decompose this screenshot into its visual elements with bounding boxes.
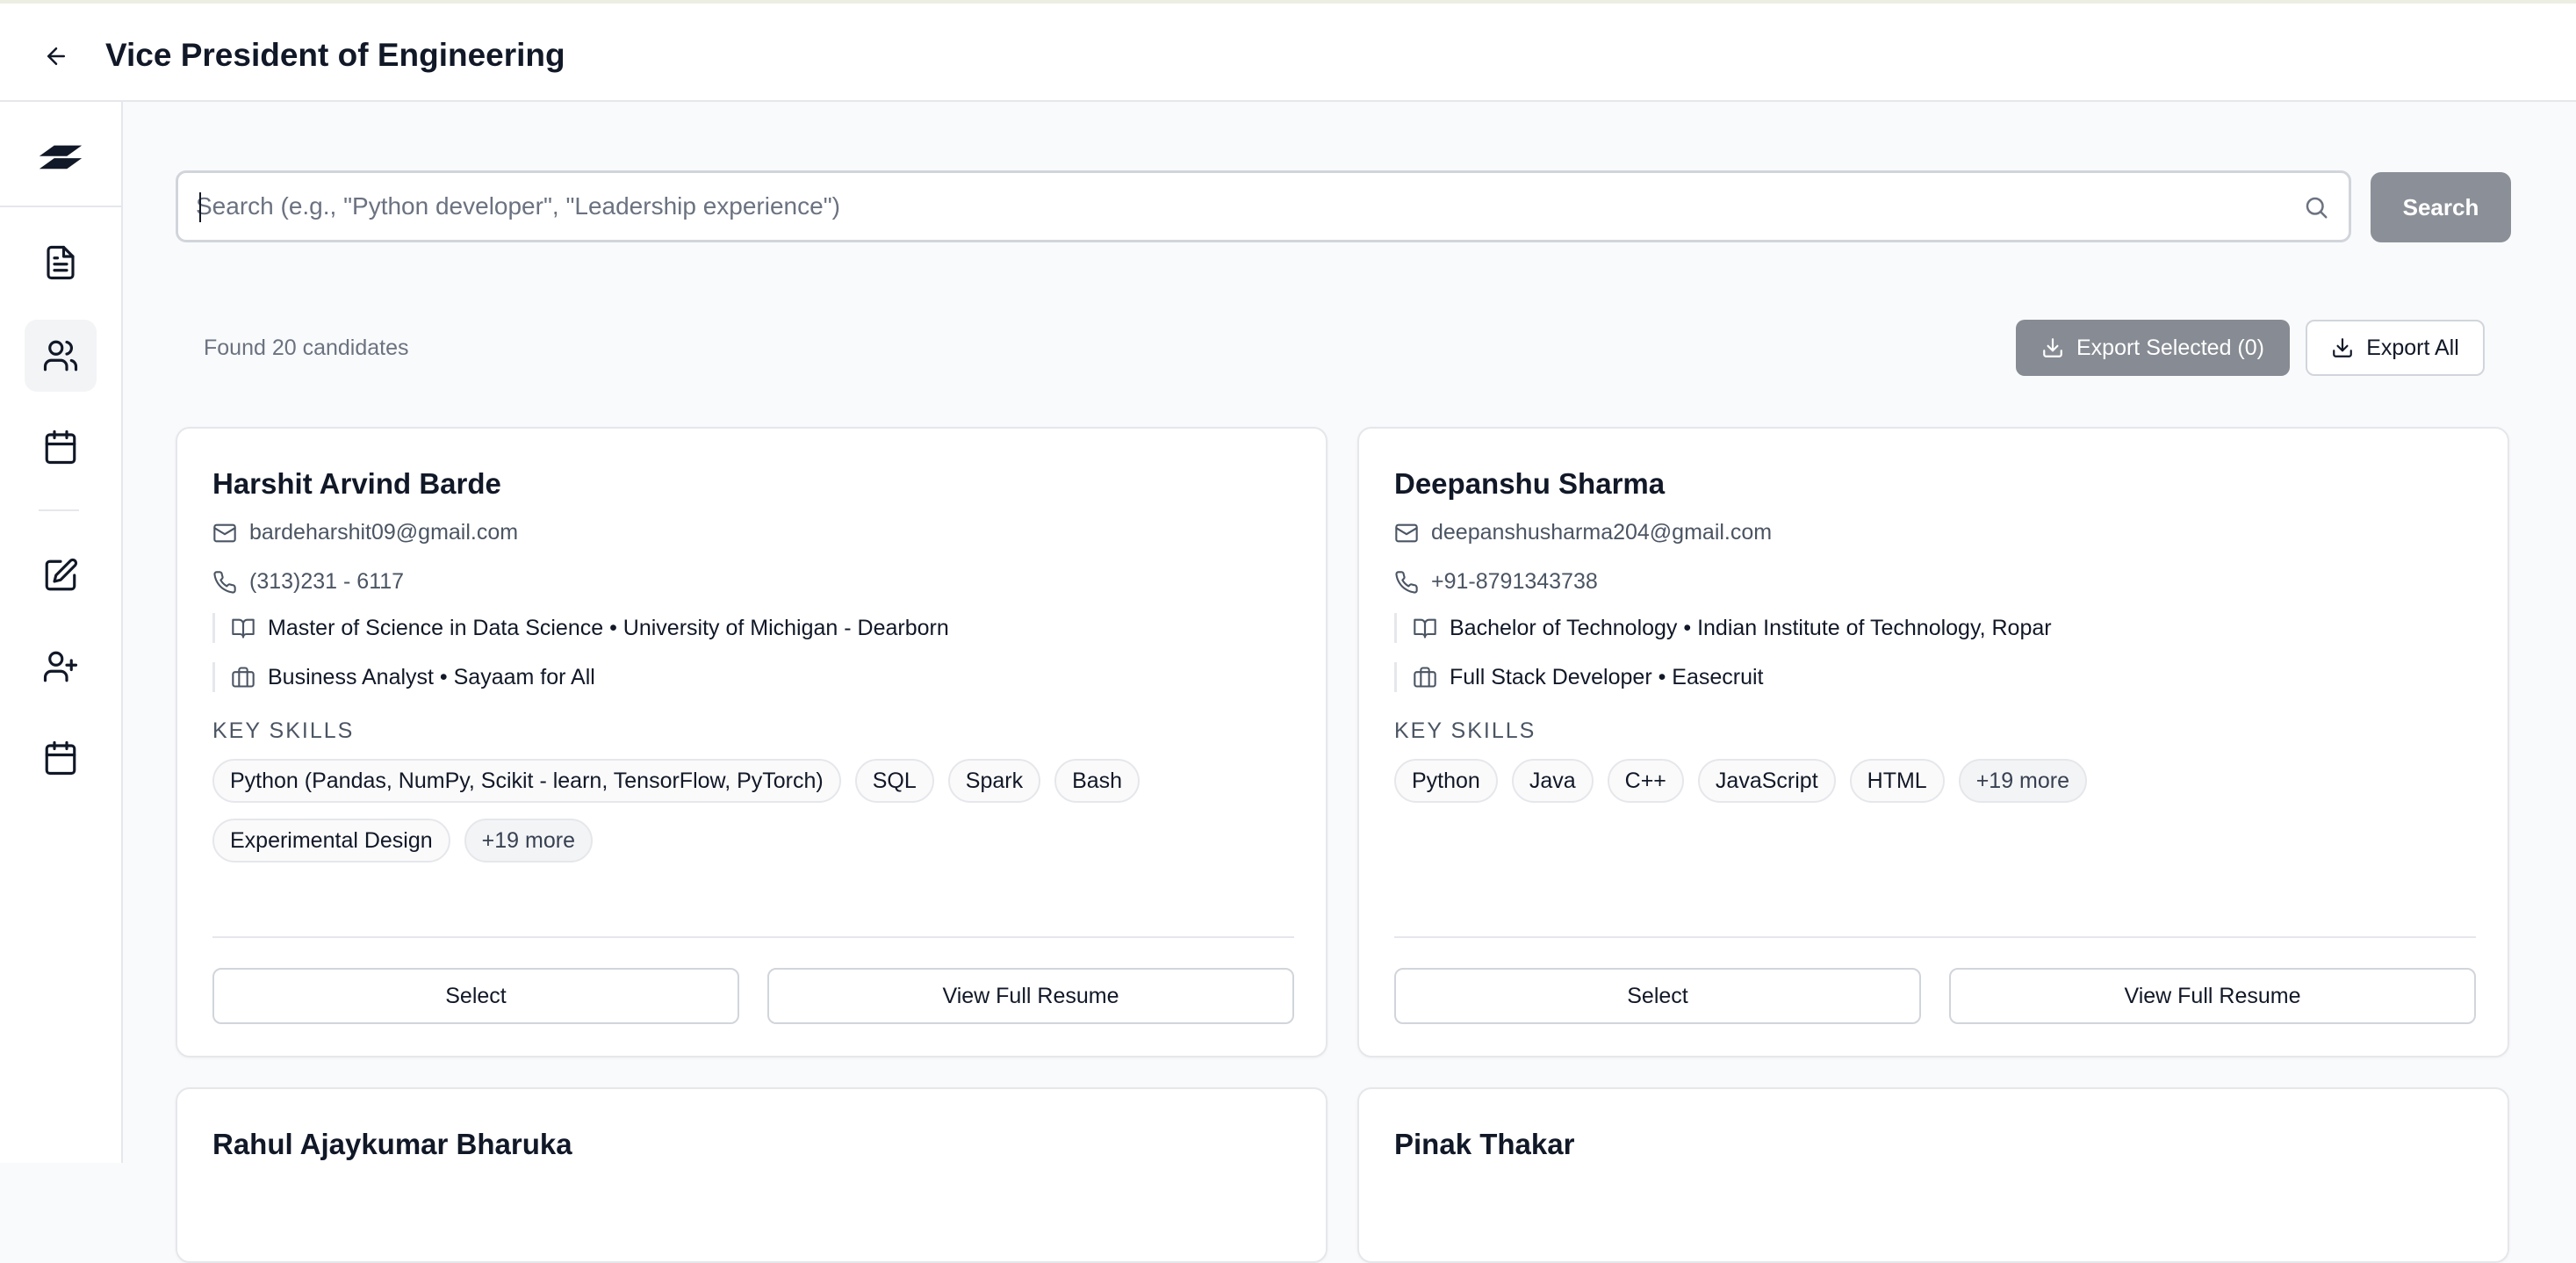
candidate-phone: (313)231 - 6117 (212, 569, 404, 595)
candidate-card: Rahul Ajaykumar Bharuka (176, 1087, 1328, 1263)
phone-icon (213, 570, 236, 594)
sidebar-item-add-user[interactable] (25, 631, 97, 703)
skill-chip: Spark (947, 759, 1041, 803)
export-all-label: Export All (2366, 335, 2459, 360)
view-resume-button[interactable]: View Full Resume (767, 968, 1294, 1024)
skills-list: Python Java C++ JavaScript HTML +19 more (1394, 759, 2474, 803)
more-skills-chip[interactable]: +19 more (1958, 759, 2088, 803)
more-skills-chip[interactable]: +19 more (464, 819, 593, 862)
email-text: bardeharshit09@gmail.com (249, 520, 519, 545)
export-all-button[interactable]: Export All (2306, 320, 2485, 376)
candidate-experience: Business Analyst • Sayaam for All (212, 662, 595, 692)
page-title: Vice President of Engineering (105, 37, 565, 73)
experience-text: Business Analyst • Sayaam for All (268, 664, 595, 689)
arrow-left-icon (47, 47, 65, 65)
candidate-education: Master of Science in Data Science • Univ… (212, 613, 949, 643)
phone-icon (1395, 570, 1418, 594)
sidebar-divider (39, 509, 79, 511)
download-icon (2043, 338, 2062, 357)
candidate-email: bardeharshit09@gmail.com (212, 520, 518, 545)
sidebar-item-edit[interactable] (25, 539, 97, 611)
skill-chip: Experimental Design (212, 819, 450, 862)
briefcase-icon (232, 667, 255, 688)
search-icon[interactable] (2303, 194, 2329, 220)
key-skills-label: KEY SKILLS (1394, 718, 1536, 743)
skill-chip: JavaScript (1697, 759, 1836, 803)
skill-chip: Java (1511, 759, 1594, 803)
search-button[interactable]: Search (2371, 172, 2511, 242)
skill-chip: Bash (1054, 759, 1140, 803)
export-selected-button[interactable]: Export Selected (0) (2016, 320, 2290, 376)
mail-icon (213, 523, 236, 542)
candidate-experience: Full Stack Developer • Easecruit (1394, 662, 1764, 692)
search-input[interactable] (196, 173, 2285, 240)
skill-chip: Python (1394, 759, 1498, 803)
candidate-name: Deepanshu Sharma (1394, 467, 1666, 500)
education-text: Master of Science in Data Science • Univ… (268, 615, 949, 640)
skill-chip: SQL (854, 759, 934, 803)
users-icon (43, 340, 78, 372)
skills-list: Python (Pandas, NumPy, Scikit - learn, T… (212, 759, 1292, 862)
mail-icon (1395, 523, 1418, 542)
candidate-email: deepanshusharma204@gmail.com (1394, 520, 1772, 545)
candidate-name: Pinak Thakar (1394, 1128, 1575, 1160)
phone-text: (313)231 - 6117 (249, 569, 405, 594)
phone-text: +91-8791343738 (1431, 569, 1598, 594)
edit-icon (45, 558, 78, 591)
select-button[interactable]: Select (1394, 968, 1921, 1024)
education-text: Bachelor of Technology • Indian Institut… (1450, 615, 2052, 640)
sidebar-item-candidates[interactable] (25, 320, 97, 392)
card-divider (212, 936, 1294, 938)
sidebar-item-schedule[interactable] (25, 722, 97, 794)
export-selected-label: Export Selected (0) (2076, 335, 2264, 360)
book-icon (1414, 618, 1436, 639)
candidate-card: Pinak Thakar (1357, 1087, 2509, 1263)
skill-chip: C++ (1607, 759, 1684, 803)
sidebar-divider (0, 206, 121, 207)
results-count: Found 20 candidates (204, 336, 409, 360)
book-icon (232, 618, 255, 639)
search-box[interactable] (176, 170, 2351, 242)
sidebar-item-calendar[interactable] (25, 411, 97, 483)
view-resume-button[interactable]: View Full Resume (1949, 968, 2476, 1024)
sidebar (0, 102, 123, 1163)
top-bar: Vice President of Engineering (0, 0, 2576, 102)
back-button[interactable] (35, 35, 77, 77)
skill-chip: Python (Pandas, NumPy, Scikit - learn, T… (212, 759, 841, 803)
user-plus-icon (43, 651, 78, 682)
download-icon (2333, 338, 2353, 357)
calendar-icon (45, 740, 76, 776)
key-skills-label: KEY SKILLS (212, 718, 355, 743)
text-cursor (199, 192, 201, 222)
card-divider (1394, 936, 2476, 938)
sidebar-item-documents[interactable] (25, 227, 97, 299)
email-text: deepanshusharma204@gmail.com (1431, 520, 1773, 545)
select-button[interactable]: Select (212, 968, 739, 1024)
candidate-card: Harshit Arvind Barde bardeharshit09@gmai… (176, 427, 1328, 1057)
candidate-education: Bachelor of Technology • Indian Institut… (1394, 613, 2052, 643)
candidate-name: Rahul Ajaykumar Bharuka (212, 1128, 572, 1160)
candidate-phone: +91-8791343738 (1394, 569, 1598, 595)
briefcase-icon (1414, 667, 1436, 688)
logo-icon[interactable] (35, 137, 86, 188)
skill-chip: HTML (1849, 759, 1945, 803)
document-icon (47, 245, 75, 280)
candidate-card: Deepanshu Sharma deepanshusharma204@gmai… (1357, 427, 2509, 1057)
experience-text: Full Stack Developer • Easecruit (1450, 664, 1764, 689)
calendar-icon (45, 429, 76, 465)
candidate-name: Harshit Arvind Barde (212, 467, 501, 500)
main-content: Search Found 20 candidates Export Select… (123, 102, 2576, 1263)
